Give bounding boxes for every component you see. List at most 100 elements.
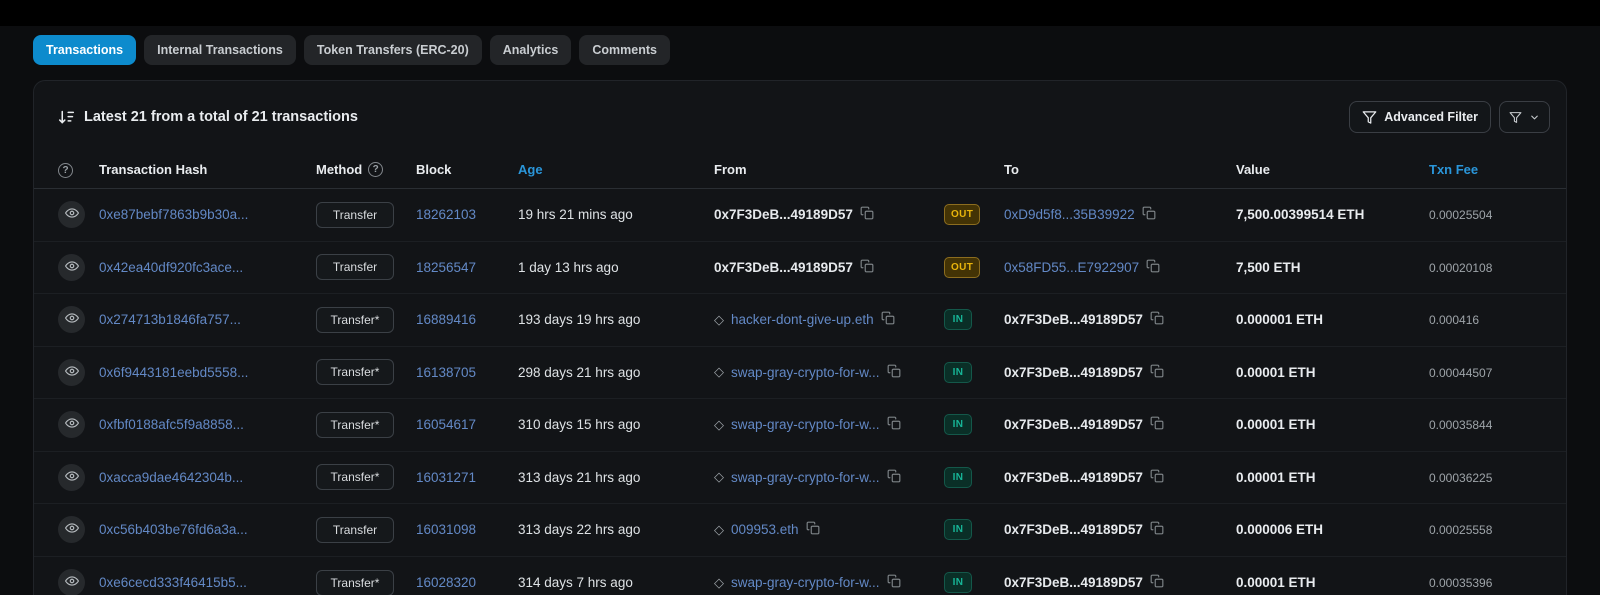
method-badge[interactable]: Transfer [316,516,394,543]
block-link[interactable]: 16031271 [416,470,476,485]
eye-button[interactable] [58,516,85,544]
eye-button[interactable] [58,358,85,386]
tx-hash-link[interactable]: 0x42ea40df920fc3ace... [99,260,243,275]
from-address[interactable]: 0x7F3DeB...49189D57 [714,207,853,222]
method-badge[interactable]: Transfer* [316,464,394,491]
to-address[interactable]: 0x7F3DeB...49189D57 [1004,417,1143,432]
method-badge[interactable]: Transfer* [316,359,394,386]
copy-from-address-button[interactable] [806,521,820,538]
advanced-filter-button[interactable]: Advanced Filter [1349,101,1491,133]
tab-internal-transactions[interactable]: Internal Transactions [144,35,296,65]
header-txn-fee[interactable]: Txn Fee [1429,162,1542,177]
tab-transactions[interactable]: Transactions [33,35,137,65]
eye-button[interactable] [58,253,85,281]
eye-cell [58,201,99,229]
fee-cell: 0.00044507 [1429,365,1542,380]
filter-dropdown-button[interactable] [1499,101,1550,133]
from-address[interactable]: swap-gray-crypto-for-w... [731,417,880,432]
copy-to-address-button[interactable] [1150,521,1164,538]
direction-cell: IN [944,309,1004,331]
method-badge[interactable]: Transfer* [316,569,394,595]
copy-from-address-button[interactable] [860,206,874,223]
block-link[interactable]: 16054617 [416,417,476,432]
copy-from-address-button[interactable] [887,469,901,486]
method-badge[interactable]: Transfer* [316,411,394,438]
age-text[interactable]: 313 days 22 hrs ago [518,522,640,537]
copy-from-address-button[interactable] [881,311,895,328]
from-address[interactable]: 009953.eth [731,522,799,537]
to-address[interactable]: 0x7F3DeB...49189D57 [1004,575,1143,590]
method-badge[interactable]: Transfer* [316,306,394,333]
copy-to-address-button[interactable] [1150,416,1164,433]
copy-to-address-button[interactable] [1150,574,1164,591]
to-address[interactable]: 0x7F3DeB...49189D57 [1004,312,1143,327]
age-text[interactable]: 314 days 7 hrs ago [518,575,633,590]
method-cell: Transfer [316,516,416,543]
age-text[interactable]: 1 day 13 hrs ago [518,260,619,275]
hash-cell: 0xfbf0188afc5f9a8858... [99,417,316,432]
from-cell: ◇ 009953.eth [714,521,944,538]
sort-icon [58,109,75,126]
tx-hash-link[interactable]: 0xc56b403be76fd6a3a... [99,522,248,537]
eye-button[interactable] [58,569,85,595]
tx-hash-link[interactable]: 0xe87bebf7863b9b30a... [99,207,248,222]
age-text[interactable]: 19 hrs 21 mins ago [518,207,633,222]
block-link[interactable]: 16138705 [416,365,476,380]
copy-to-address-button[interactable] [1150,469,1164,486]
table-row: 0x274713b1846fa757... Transfer* 16889416… [34,294,1566,347]
from-address[interactable]: 0x7F3DeB...49189D57 [714,260,853,275]
eye-button[interactable] [58,201,85,229]
block-link[interactable]: 16889416 [416,312,476,327]
tx-hash-link[interactable]: 0x274713b1846fa757... [99,312,241,327]
eye-button[interactable] [58,306,85,334]
to-address[interactable]: 0x7F3DeB...49189D57 [1004,365,1143,380]
to-cell: 0x58FD55...E7922907 [1004,259,1236,276]
copy-from-address-button[interactable] [887,416,901,433]
age-cell: 314 days 7 hrs ago [518,575,714,590]
copy-to-address-button[interactable] [1150,364,1164,381]
to-address[interactable]: 0x58FD55...E7922907 [1004,260,1139,275]
copy-from-address-button[interactable] [887,364,901,381]
copy-to-address-button[interactable] [1142,206,1156,223]
eye-button[interactable] [58,411,85,439]
copy-from-address-button[interactable] [860,259,874,276]
copy-to-address-button[interactable] [1150,311,1164,328]
tx-hash-link[interactable]: 0xe6cecd333f46415b5... [99,575,247,590]
age-text[interactable]: 193 days 19 hrs ago [518,312,640,327]
age-text[interactable]: 310 days 15 hrs ago [518,417,640,432]
eye-button[interactable] [58,463,85,491]
header-age[interactable]: Age [518,162,714,177]
method-badge[interactable]: Transfer [316,254,394,281]
table-row: 0xfbf0188afc5f9a8858... Transfer* 160546… [34,399,1566,452]
copy-to-address-button[interactable] [1146,259,1160,276]
copy-from-address-button[interactable] [887,574,901,591]
tx-hash-link[interactable]: 0xfbf0188afc5f9a8858... [99,417,244,432]
from-address[interactable]: swap-gray-crypto-for-w... [731,365,880,380]
block-link[interactable]: 18256547 [416,260,476,275]
method-badge[interactable]: Transfer [316,201,394,228]
from-address[interactable]: hacker-dont-give-up.eth [731,312,874,327]
to-address[interactable]: 0xD9d5f8...35B39922 [1004,207,1135,222]
txn-fee-text: 0.00036225 [1429,470,1493,485]
to-address[interactable]: 0x7F3DeB...49189D57 [1004,522,1143,537]
block-link[interactable]: 16028320 [416,575,476,590]
method-cell: Transfer [316,201,416,228]
question-circle-icon[interactable]: ? [368,162,384,177]
table-row: 0xc56b403be76fd6a3a... Transfer 16031098… [34,504,1566,557]
txn-fee-text: 0.00044507 [1429,365,1493,380]
tx-hash-link[interactable]: 0x6f9443181eebd5558... [99,365,248,380]
block-link[interactable]: 16031098 [416,522,476,537]
age-text[interactable]: 298 days 21 hrs ago [518,365,640,380]
from-address[interactable]: swap-gray-crypto-for-w... [731,470,880,485]
tx-hash-link[interactable]: 0xacca9dae4642304b... [99,470,243,485]
tab-token-transfers[interactable]: Token Transfers (ERC-20) [303,35,482,65]
tab-analytics[interactable]: Analytics [489,35,572,65]
question-circle-icon[interactable]: ? [58,163,73,179]
to-address[interactable]: 0x7F3DeB...49189D57 [1004,470,1143,485]
tab-comments[interactable]: Comments [579,35,670,65]
from-address[interactable]: swap-gray-crypto-for-w... [731,575,880,590]
block-link[interactable]: 18262103 [416,207,476,222]
age-text[interactable]: 313 days 21 hrs ago [518,470,640,485]
header-block: Block [416,162,452,177]
copy-icon [860,259,874,276]
